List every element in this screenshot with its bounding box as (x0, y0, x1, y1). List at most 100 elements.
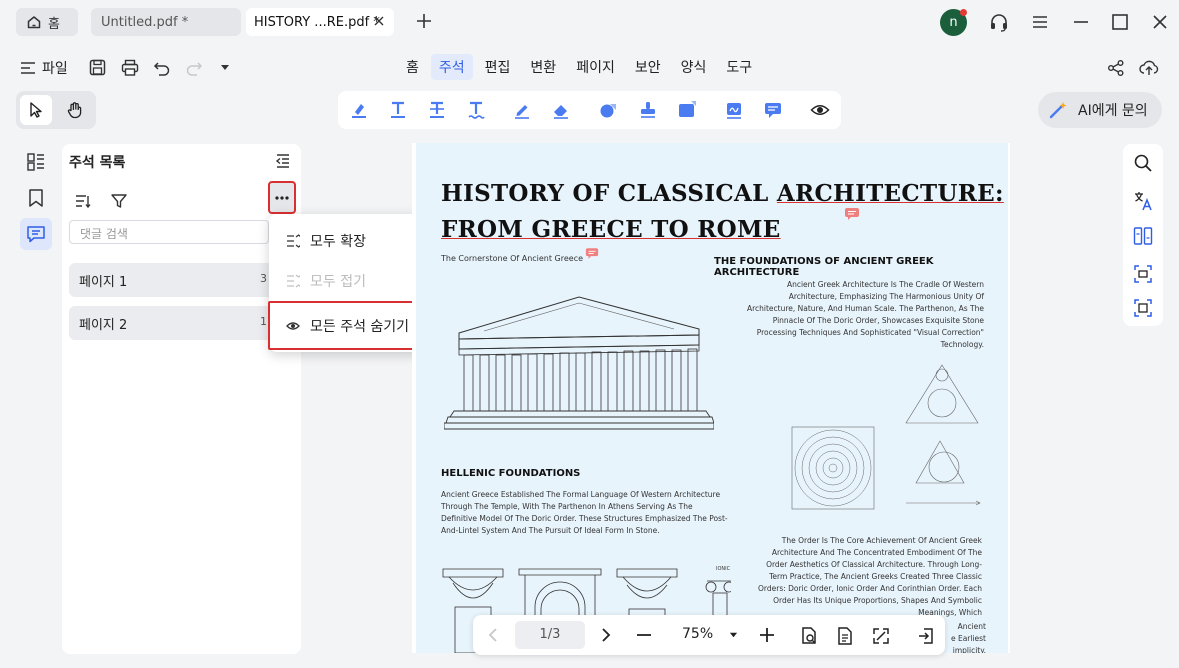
select-tool-button[interactable] (20, 95, 52, 125)
text-strikethrough-icon[interactable] (427, 100, 447, 120)
zoom-dropdown-icon[interactable] (729, 631, 738, 640)
hand-tool-button[interactable] (59, 95, 91, 125)
tail-line-3: implicity. (952, 646, 986, 653)
zoom-out-icon[interactable] (635, 626, 653, 644)
undo-icon[interactable] (153, 59, 171, 77)
share-icon[interactable] (1107, 59, 1125, 77)
next-page-icon[interactable] (596, 626, 614, 644)
thumbnails-icon (26, 152, 46, 172)
zoom-level[interactable]: 75% (682, 626, 713, 642)
note-marker-icon[interactable] (585, 247, 599, 260)
headset-icon[interactable] (988, 12, 1010, 34)
comments-panel-title: 주석 목록 (69, 155, 126, 171)
section-heading: HELLENIC FOUNDATIONS (441, 468, 581, 479)
cloud-upload-icon[interactable] (1139, 59, 1159, 77)
comment-page-group-1[interactable]: 페이지 1 3 (69, 263, 279, 297)
minimize-icon[interactable] (1071, 12, 1091, 32)
comment-search-input[interactable]: 댓글 검색 (69, 220, 269, 244)
tab-ribbon-page[interactable]: 페이지 (568, 54, 623, 80)
page-indicator[interactable]: 1/3 (515, 621, 585, 649)
tab-home[interactable]: 홈 (16, 8, 78, 36)
mode-selector (16, 91, 96, 129)
bookmarks-button[interactable] (20, 182, 52, 214)
document-subtitle: The Cornerstone Of Ancient Greece (441, 254, 584, 263)
tab-ribbon-comment[interactable]: 주석 (430, 54, 473, 80)
tab-ribbon-protect[interactable]: 보안 (627, 54, 669, 80)
comments-panel: 주석 목록 댓글 검색 페이지 1 3 페이지 2 1 (62, 144, 301, 654)
document-icon[interactable] (835, 626, 855, 646)
section-heading: THE FOUNDATIONS OF ANCIENT GREEK ARCHITE… (714, 256, 934, 278)
annotation-toolbar (338, 91, 841, 129)
save-icon[interactable] (89, 59, 106, 76)
comment-page-group-2[interactable]: 페이지 2 1 (69, 306, 279, 340)
translate-icon[interactable] (1133, 191, 1153, 211)
signature-icon[interactable] (724, 100, 744, 120)
filter-icon[interactable] (110, 192, 128, 210)
collapse-panel-icon[interactable] (274, 152, 292, 170)
tab-history-document[interactable]: HISTORY ...RE.pdf * (246, 8, 394, 36)
page-view-icon[interactable] (799, 626, 819, 646)
text-squiggly-icon[interactable] (466, 100, 486, 120)
sticky-note-icon[interactable] (763, 100, 783, 120)
thumbnails-button[interactable] (20, 146, 52, 178)
print-icon[interactable] (121, 59, 139, 77)
ai-ask-button[interactable]: AI에게 문의 (1038, 92, 1162, 128)
pencil-icon[interactable] (512, 100, 532, 120)
close-window-icon[interactable] (1150, 12, 1170, 32)
stamp-icon[interactable] (638, 100, 658, 120)
fit-page-icon[interactable] (871, 626, 891, 646)
text-underline-icon[interactable] (388, 100, 408, 120)
maximize-icon[interactable] (1110, 12, 1130, 32)
hamburger-menu-icon[interactable] (1030, 12, 1050, 32)
crop-screenshot-icon[interactable] (1133, 264, 1153, 284)
more-options-button[interactable] (268, 181, 296, 214)
page-group-label: 페이지 2 (79, 318, 128, 333)
tail-line-1: Ancient (957, 622, 986, 631)
exit-fullscreen-icon[interactable] (916, 626, 936, 646)
document-page: HISTORY OF CLASSICAL ARCHITECTURE: FROM … (416, 143, 1008, 653)
tail-line-2: e Earliest (950, 634, 986, 643)
comment-icon (26, 224, 46, 244)
area-highlight-icon[interactable] (677, 100, 697, 120)
title-bar: 홈 Untitled.pdf * HISTORY ...RE.pdf * n (0, 0, 1179, 44)
tab-ribbon-convert[interactable]: 변환 (522, 54, 564, 80)
menu-lines-icon (20, 60, 36, 76)
ai-scan-icon[interactable] (1133, 298, 1153, 318)
home-icon (26, 14, 42, 30)
parthenon-illustration (444, 296, 714, 430)
tab-home-label: 홈 (48, 16, 60, 32)
compare-icon[interactable] (1133, 226, 1153, 246)
section-paragraph: Ancient Greece Established The Formal La… (441, 490, 728, 535)
previous-page-icon[interactable] (485, 626, 503, 644)
eye-icon[interactable] (810, 100, 830, 120)
tab-ribbon-edit[interactable]: 편집 (477, 54, 519, 80)
collapse-all-item[interactable]: 모두 접기 (269, 263, 436, 299)
caret-down-icon[interactable] (220, 63, 230, 73)
comments-button[interactable] (20, 218, 52, 250)
expand-icon (286, 234, 300, 248)
ai-sparkle-icon (1048, 100, 1068, 120)
close-icon[interactable] (372, 14, 386, 28)
note-marker-icon[interactable] (844, 207, 860, 221)
ionic-label: IONIC (716, 566, 731, 572)
shape-icon[interactable] (598, 100, 618, 120)
sort-icon[interactable] (74, 192, 92, 210)
tab-active-label: HISTORY ...RE.pdf * (254, 14, 380, 30)
eraser-icon[interactable] (551, 100, 571, 120)
redo-icon[interactable] (185, 59, 203, 77)
expand-all-item[interactable]: 모두 확장 (269, 223, 436, 259)
page-group-count: 1 (260, 315, 267, 328)
tab-ribbon-form[interactable]: 양식 (673, 54, 715, 80)
tab-untitled[interactable]: Untitled.pdf * (91, 8, 241, 36)
tab-ribbon-tools[interactable]: 도구 (718, 54, 760, 80)
file-menu[interactable]: 파일 (20, 58, 68, 78)
page-group-count: 3 (260, 272, 267, 285)
ai-ask-label: AI에게 문의 (1078, 103, 1148, 119)
highlight-icon[interactable] (349, 100, 369, 120)
cursor-icon (27, 101, 45, 119)
plus-icon[interactable] (414, 11, 434, 31)
right-rail (1123, 144, 1163, 326)
search-icon[interactable] (1133, 153, 1153, 173)
zoom-in-icon[interactable] (758, 626, 776, 644)
tab-ribbon-home[interactable]: 홈 (398, 54, 427, 80)
